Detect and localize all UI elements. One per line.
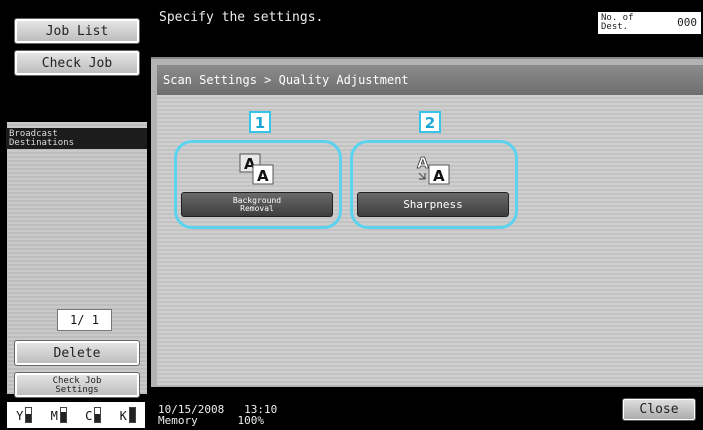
dest-value: 000 xyxy=(677,16,697,29)
sharpness-button[interactable]: Sharpness xyxy=(357,192,509,217)
datetime-memory: 10/15/2008 13:10 Memory 100% xyxy=(158,404,277,426)
sidebar: Job List Check Job Broadcast Destination… xyxy=(0,0,151,430)
memory-label: Memory xyxy=(158,414,198,427)
header: Specify the settings. No. of Dest. 000 xyxy=(151,0,703,57)
toner-y: Y xyxy=(16,407,33,423)
toner-m: M xyxy=(51,407,67,423)
toner-c: C xyxy=(85,407,102,423)
broadcast-destinations-header: Broadcast Destinations xyxy=(6,128,147,149)
breadcrumb: Scan Settings > Quality Adjustment xyxy=(157,65,703,95)
dest-label: No. of Dest. xyxy=(601,13,634,32)
toner-y-bar xyxy=(25,407,33,423)
option-number-2: 2 xyxy=(419,111,441,133)
check-job-settings-button[interactable]: Check Job Settings xyxy=(14,372,140,398)
background-removal-icon: A A xyxy=(239,153,274,185)
instruction-message: Specify the settings. xyxy=(159,10,324,25)
toner-levels: Y M C K xyxy=(7,402,145,428)
check-job-button[interactable]: Check Job xyxy=(14,50,140,76)
sharpness-option[interactable]: A A Sharpness xyxy=(350,140,518,229)
svg-text:A: A xyxy=(417,154,429,172)
toner-m-bar xyxy=(59,407,67,423)
close-button[interactable]: Close xyxy=(622,398,696,421)
svg-text:A: A xyxy=(433,167,445,185)
toner-k-bar xyxy=(128,407,136,423)
svg-text:A: A xyxy=(257,167,269,185)
options-area: 1 A A Background Removal 2 A A Sharpness xyxy=(157,95,703,385)
memory-value: 100% xyxy=(237,414,265,427)
option-number-1: 1 xyxy=(249,111,271,133)
toner-c-bar xyxy=(94,407,102,423)
toner-m-label: M xyxy=(50,409,58,423)
screen: Job List Check Job Broadcast Destination… xyxy=(0,0,703,430)
toner-y-label: Y xyxy=(16,409,24,423)
toner-k-label: K xyxy=(119,409,127,423)
sharpness-icon: A A xyxy=(417,154,450,185)
toner-k: K xyxy=(120,407,136,423)
footer: 10/15/2008 13:10 Memory 100% Close xyxy=(151,387,703,430)
delete-button[interactable]: Delete xyxy=(14,340,140,366)
page-indicator: 1/ 1 xyxy=(57,309,112,331)
job-list-button[interactable]: Job List xyxy=(14,18,140,44)
destination-count: No. of Dest. 000 xyxy=(598,12,701,34)
background-removal-button[interactable]: Background Removal xyxy=(181,192,333,217)
main-panel: Scan Settings > Quality Adjustment 1 A A… xyxy=(151,57,703,389)
toner-c-label: C xyxy=(85,409,93,423)
background-removal-option[interactable]: A A Background Removal xyxy=(174,140,342,229)
